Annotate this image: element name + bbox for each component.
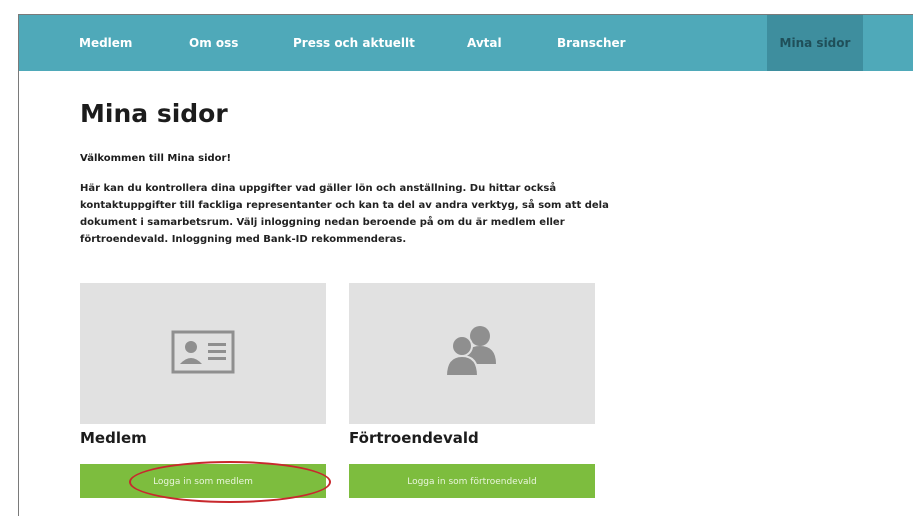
representative-card-title: Förtroendevald xyxy=(349,429,479,447)
nav-item-branscher[interactable]: Branscher xyxy=(557,15,626,71)
nav-item-mina-sidor[interactable]: Mina sidor xyxy=(767,15,863,71)
login-representative-button[interactable]: Logga in som förtroendevald xyxy=(349,464,595,498)
nav-item-om-oss[interactable]: Om oss xyxy=(189,15,238,71)
top-navigation: Medlem Om oss Press och aktuellt Avtal B… xyxy=(19,15,913,71)
nav-item-medlem[interactable]: Medlem xyxy=(79,15,132,71)
login-member-button[interactable]: Logga in som medlem xyxy=(80,464,326,498)
member-card-image xyxy=(80,283,326,424)
welcome-text: Välkommen till Mina sidor! xyxy=(80,153,232,164)
nav-item-avtal[interactable]: Avtal xyxy=(467,15,502,71)
intro-text: Här kan du kontrollera dina uppgifter va… xyxy=(80,183,609,245)
page-title: Mina sidor xyxy=(80,99,228,128)
browser-frame: Medlem Om oss Press och aktuellt Avtal B… xyxy=(18,14,913,516)
nav-item-press-och-aktuellt[interactable]: Press och aktuellt xyxy=(293,15,415,71)
id-card-icon xyxy=(171,330,235,378)
member-card-title: Medlem xyxy=(80,429,147,447)
representative-card-image xyxy=(349,283,595,424)
users-icon xyxy=(442,324,502,384)
